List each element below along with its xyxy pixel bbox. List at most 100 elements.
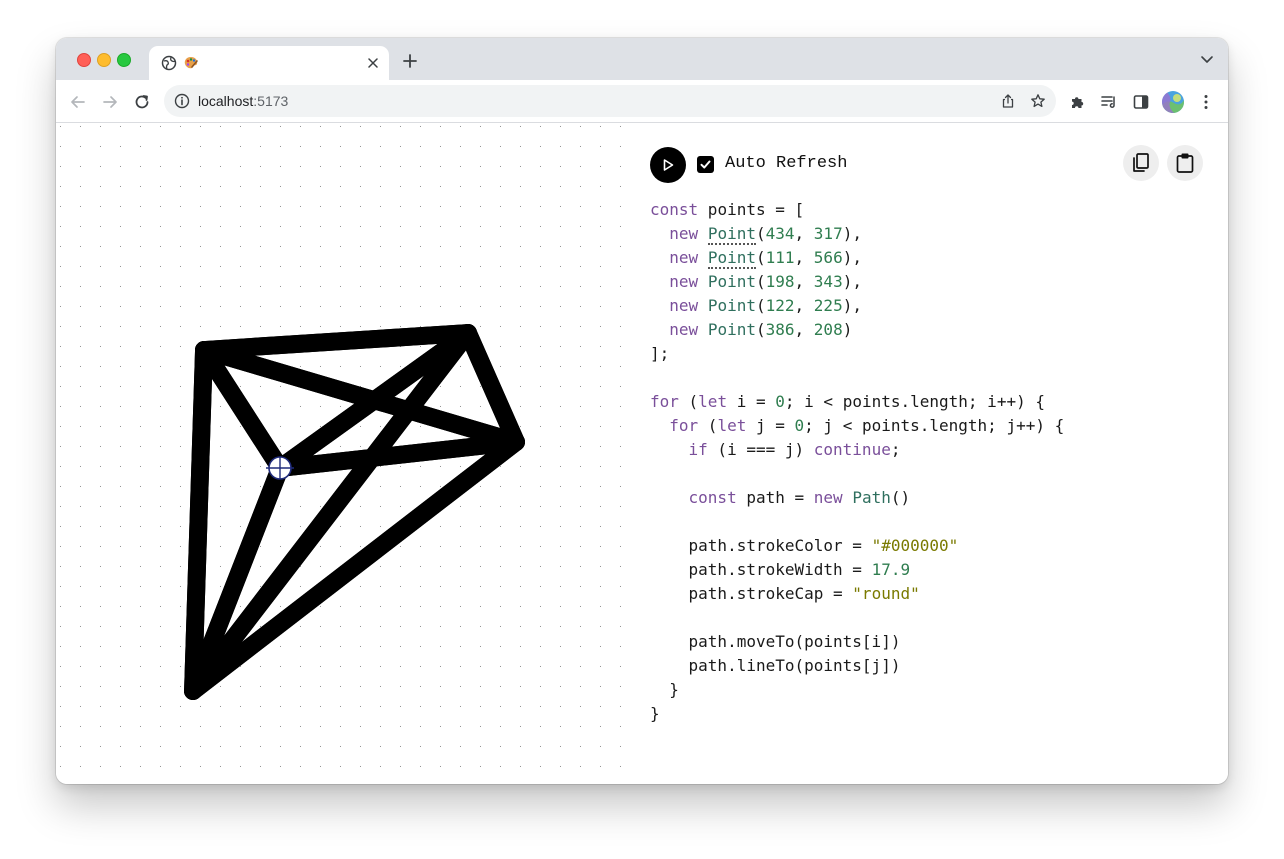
forward-button[interactable] bbox=[100, 92, 120, 112]
code-token: const bbox=[650, 200, 699, 219]
path-segment bbox=[184, 341, 213, 700]
auto-refresh-checkbox[interactable] bbox=[697, 156, 714, 173]
url-port: :5173 bbox=[253, 93, 289, 109]
reload-button[interactable] bbox=[132, 92, 152, 112]
arrow-left-icon bbox=[71, 96, 85, 108]
code-token: 17.9 bbox=[871, 560, 911, 579]
zoom-window-button[interactable] bbox=[117, 53, 131, 67]
code-token: Point bbox=[707, 296, 756, 315]
avatar-icon bbox=[1162, 91, 1184, 113]
bookmark-star-icon[interactable] bbox=[1030, 93, 1046, 109]
minimize-window-button[interactable] bbox=[97, 53, 111, 67]
new-tab-icon[interactable] bbox=[401, 52, 419, 70]
code-line[interactable]: if (i === j) continue; bbox=[650, 438, 1064, 462]
share-icon[interactable] bbox=[1000, 93, 1016, 109]
code-token: new bbox=[669, 296, 699, 315]
code-token: Point bbox=[707, 248, 756, 269]
code-token: ; j < points.length; j++) { bbox=[804, 416, 1065, 435]
code-token: path.strokeWidth = bbox=[650, 560, 872, 579]
code-line[interactable]: new Point(198, 343), bbox=[650, 270, 1064, 294]
code-token: 208 bbox=[813, 320, 843, 339]
code-token: ( bbox=[678, 392, 699, 411]
reading-list-button[interactable] bbox=[1099, 92, 1119, 112]
address-bar[interactable]: localhost:5173 bbox=[164, 85, 1056, 117]
code-line[interactable]: for (let j = 0; j < points.length; j++) … bbox=[650, 414, 1064, 438]
code-token: let bbox=[698, 392, 728, 411]
code-token: , bbox=[794, 248, 814, 267]
code-token: "round" bbox=[852, 584, 920, 603]
code-line[interactable]: const path = new Path() bbox=[650, 486, 1064, 510]
back-button[interactable] bbox=[68, 92, 88, 112]
code-line[interactable]: new Point(122, 225), bbox=[650, 294, 1064, 318]
code-line[interactable]: for (let i = 0; i < points.length; i++) … bbox=[650, 390, 1064, 414]
code-token: Point bbox=[707, 272, 756, 291]
code-line[interactable]: path.moveTo(points[i]) bbox=[650, 630, 1064, 654]
paste-code-button[interactable] bbox=[1167, 145, 1203, 181]
code-token: new bbox=[669, 224, 699, 243]
side-panel-button[interactable] bbox=[1131, 92, 1151, 112]
code-line[interactable] bbox=[650, 462, 1064, 486]
code-token: new bbox=[669, 320, 699, 339]
close-tab-button[interactable] bbox=[363, 53, 383, 73]
code-token: ), bbox=[842, 296, 862, 315]
code-token: Point bbox=[707, 224, 756, 245]
code-token: i = bbox=[727, 392, 776, 411]
info-icon[interactable] bbox=[174, 93, 190, 109]
browser-tab[interactable] bbox=[149, 46, 389, 80]
code-line[interactable] bbox=[650, 366, 1064, 390]
code-token: 0 bbox=[775, 392, 785, 411]
code-editor[interactable]: const points = [ new Point(434, 317), ne… bbox=[650, 198, 1064, 726]
code-line[interactable]: ]; bbox=[650, 342, 1064, 366]
code-token: 0 bbox=[794, 416, 805, 435]
code-line[interactable] bbox=[650, 510, 1064, 534]
code-token: , bbox=[794, 296, 814, 315]
code-line[interactable]: path.strokeCap = "round" bbox=[650, 582, 1064, 606]
code-token: 198 bbox=[765, 272, 795, 291]
code-token: } bbox=[650, 680, 679, 699]
code-token: ( bbox=[698, 416, 718, 435]
code-line[interactable]: path.strokeWidth = 17.9 bbox=[650, 558, 1064, 582]
url-text[interactable]: localhost:5173 bbox=[198, 93, 288, 109]
code-line[interactable]: new Point(111, 566), bbox=[650, 246, 1064, 270]
code-token: 434 bbox=[765, 224, 795, 243]
code-line[interactable]: path.lineTo(points[j]) bbox=[650, 654, 1064, 678]
code-line[interactable]: } bbox=[650, 678, 1064, 702]
drawing-canvas[interactable] bbox=[56, 123, 636, 784]
code-line[interactable] bbox=[650, 606, 1064, 630]
extensions-button[interactable] bbox=[1068, 92, 1088, 112]
profile-avatar[interactable] bbox=[1162, 91, 1184, 113]
run-button[interactable] bbox=[650, 147, 686, 183]
code-token: 386 bbox=[765, 320, 795, 339]
code-token: for bbox=[650, 392, 679, 411]
tab-search-chevron-icon[interactable] bbox=[1200, 54, 1214, 66]
code-line[interactable]: const points = [ bbox=[650, 198, 1064, 222]
code-token: 317 bbox=[813, 224, 843, 243]
browser-menu-button[interactable] bbox=[1196, 92, 1216, 112]
code-token: , bbox=[794, 272, 814, 291]
more-vertical-icon bbox=[1204, 95, 1208, 109]
code-line[interactable]: path.strokeColor = "#000000" bbox=[650, 534, 1064, 558]
code-token: continue bbox=[813, 440, 891, 459]
globe-icon bbox=[161, 55, 177, 71]
palette-icon bbox=[184, 57, 198, 69]
code-token: } bbox=[650, 704, 660, 723]
close-window-button[interactable] bbox=[77, 53, 91, 67]
copy-code-button[interactable] bbox=[1123, 145, 1159, 181]
code-token: new bbox=[813, 488, 843, 507]
code-line[interactable]: new Point(386, 208) bbox=[650, 318, 1064, 342]
code-token: ( bbox=[755, 248, 766, 267]
code-line[interactable]: new Point(434, 317), bbox=[650, 222, 1064, 246]
url-host: localhost bbox=[198, 93, 254, 109]
code-line[interactable]: } bbox=[650, 702, 1064, 726]
code-token: Path bbox=[852, 488, 891, 507]
code-token: path.strokeColor = bbox=[650, 536, 872, 555]
code-token: let bbox=[717, 416, 747, 435]
code-token: , bbox=[794, 224, 814, 243]
auto-refresh-label[interactable]: Auto Refresh bbox=[725, 154, 847, 174]
code-token: (i === j) bbox=[707, 440, 814, 459]
